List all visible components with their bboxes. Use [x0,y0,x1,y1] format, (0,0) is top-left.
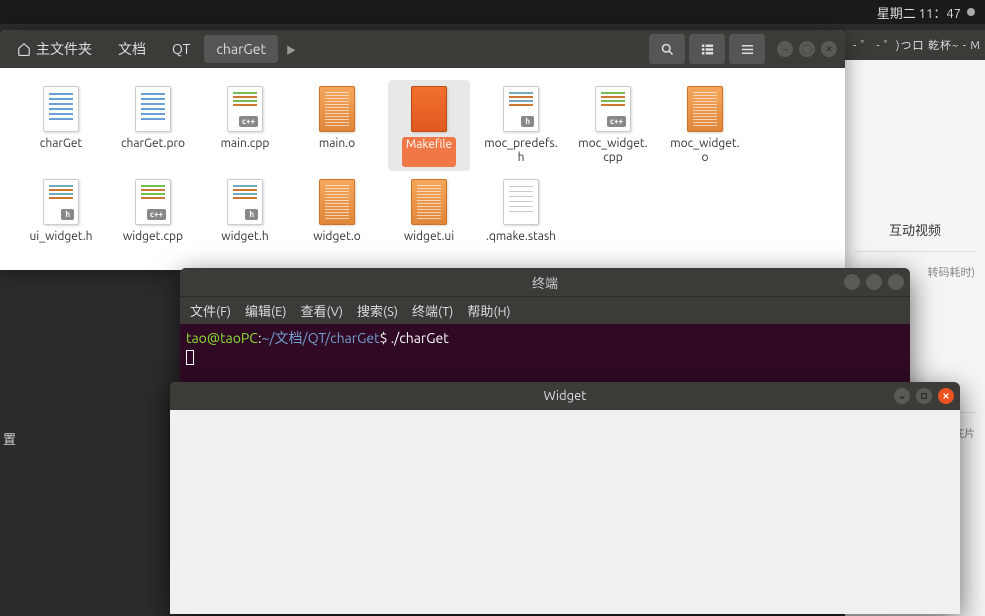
file-manager-window: 主文件夹文档QTcharGet ▶ – ▢ ✕ charGetcharGet.p… [0,30,845,270]
file-item[interactable]: widget.h [204,173,286,264]
file-name-label: main.o [319,137,355,167]
file-item[interactable]: moc_widget.cpp [572,80,654,171]
minimize-button[interactable] [894,388,910,404]
file-icon [227,86,263,132]
status-dot-icon [967,8,975,16]
file-icon [595,86,631,132]
close-button[interactable] [888,274,904,290]
file-item[interactable]: widget.ui [388,173,470,264]
terminal-command: ./charGet [391,330,449,346]
maximize-button[interactable]: ▢ [799,41,815,57]
widget-title-text: Widget [170,389,960,403]
file-item[interactable]: Makefile [388,80,470,171]
minimize-button[interactable]: – [777,41,793,57]
file-name-label: widget.ui [404,230,454,260]
minimize-button[interactable] [844,274,860,290]
file-item[interactable]: ui_widget.h [20,173,102,264]
file-name-label: widget.h [221,230,268,260]
clock-text: 星期二 11：47 [877,3,961,22]
list-icon [700,42,715,57]
file-name-label: moc_widget.o [668,137,742,167]
file-icon [135,179,171,225]
file-icon [319,179,355,225]
menu-item[interactable]: 终端(T) [412,301,453,320]
file-name-label: moc_widget.cpp [576,137,650,167]
widget-titlebar[interactable]: Widget [170,382,960,410]
terminal-title-text: 终端 [180,273,910,292]
file-name-label: widget.o [313,230,361,260]
file-name-label: moc_predefs.h [484,137,558,167]
terminal-line: tao@taoPC:~/文档/QT/charGet$ ./charGet [186,328,904,348]
terminal-body[interactable]: tao@taoPC:~/文档/QT/charGet$ ./charGet [180,324,910,369]
close-button[interactable]: ✕ [821,41,837,57]
file-item[interactable]: main.o [296,80,378,171]
view-list-button[interactable] [689,34,725,64]
right-panel-text: 互动视频 [855,220,975,239]
terminal-menubar: 文件(F) 编辑(E) 查看(V) 搜索(S) 终端(T) 帮助(H) [180,296,910,324]
file-name-label: charGet [40,137,82,167]
file-item[interactable]: widget.cpp [112,173,194,264]
file-icon [503,86,539,132]
file-item[interactable]: moc_predefs.h [480,80,562,171]
file-item[interactable]: main.cpp [204,80,286,171]
terminal-prompt-path: ~/文档/QT/charGet [262,330,380,346]
window-controls: – ▢ ✕ [769,30,845,68]
breadcrumb-item[interactable]: 主文件夹 [5,35,104,63]
maximize-button[interactable] [916,388,932,404]
file-name-label: main.cpp [221,137,270,167]
search-icon [660,42,675,57]
menu-item[interactable]: 帮助(H) [467,301,510,320]
file-name-label: .qmake.stash [486,230,556,260]
file-icon [43,86,79,132]
file-item[interactable]: moc_widget.o [664,80,746,171]
file-grid[interactable]: charGet charGet.pro main.cpp main.o Makefile… [0,68,845,270]
window-controls [894,388,954,404]
file-item[interactable]: charGet.pro [112,80,194,171]
breadcrumb-item[interactable]: 文档 [106,35,158,63]
file-icon [227,179,263,225]
search-button[interactable] [649,34,685,64]
file-icon [135,86,171,132]
chevron-right-icon[interactable]: ▶ [283,30,299,68]
file-manager-header: 主文件夹文档QTcharGet ▶ – ▢ ✕ [0,30,845,68]
window-controls [844,274,904,290]
file-name-label: ui_widget.h [29,230,92,260]
terminal-titlebar[interactable]: 终端 [180,268,910,296]
file-icon [503,179,539,225]
menu-item[interactable]: 文件(F) [190,301,231,320]
file-name-label: widget.cpp [123,230,183,260]
breadcrumb: 主文件夹文档QTcharGet [0,30,283,68]
left-strip-text: 置 [3,429,17,448]
file-name-label: Makefile [402,137,456,167]
menu-item[interactable]: 编辑(E) [245,301,286,320]
divider [855,251,975,252]
widget-body[interactable] [170,410,960,614]
file-icon [319,86,355,132]
terminal-prompt-user: tao@taoPC [186,330,258,346]
right-window-header: - ゜ - ゜)つ口 乾杯~ - M [845,30,985,60]
hamburger-icon [740,42,755,57]
breadcrumb-item[interactable]: charGet [204,35,278,63]
file-name-label: charGet.pro [121,137,185,167]
right-window-title-fragment: - ゜ - ゜)つ口 乾杯~ - M [853,37,981,53]
system-top-bar: 星期二 11：47 [0,0,985,24]
close-button[interactable] [938,388,954,404]
maximize-button[interactable] [866,274,882,290]
cursor-icon [186,350,194,365]
widget-window: Widget [170,382,960,614]
file-item[interactable]: charGet [20,80,102,171]
menu-item[interactable]: 搜索(S) [357,301,398,320]
file-icon [687,86,723,132]
file-icon [43,179,79,225]
file-item[interactable]: .qmake.stash [480,173,562,264]
home-icon [17,42,31,56]
file-item[interactable]: widget.o [296,173,378,264]
menu-item[interactable]: 查看(V) [301,301,343,320]
menu-button[interactable] [729,34,765,64]
breadcrumb-item[interactable]: QT [160,35,202,63]
file-icon [411,86,447,132]
file-icon [411,179,447,225]
